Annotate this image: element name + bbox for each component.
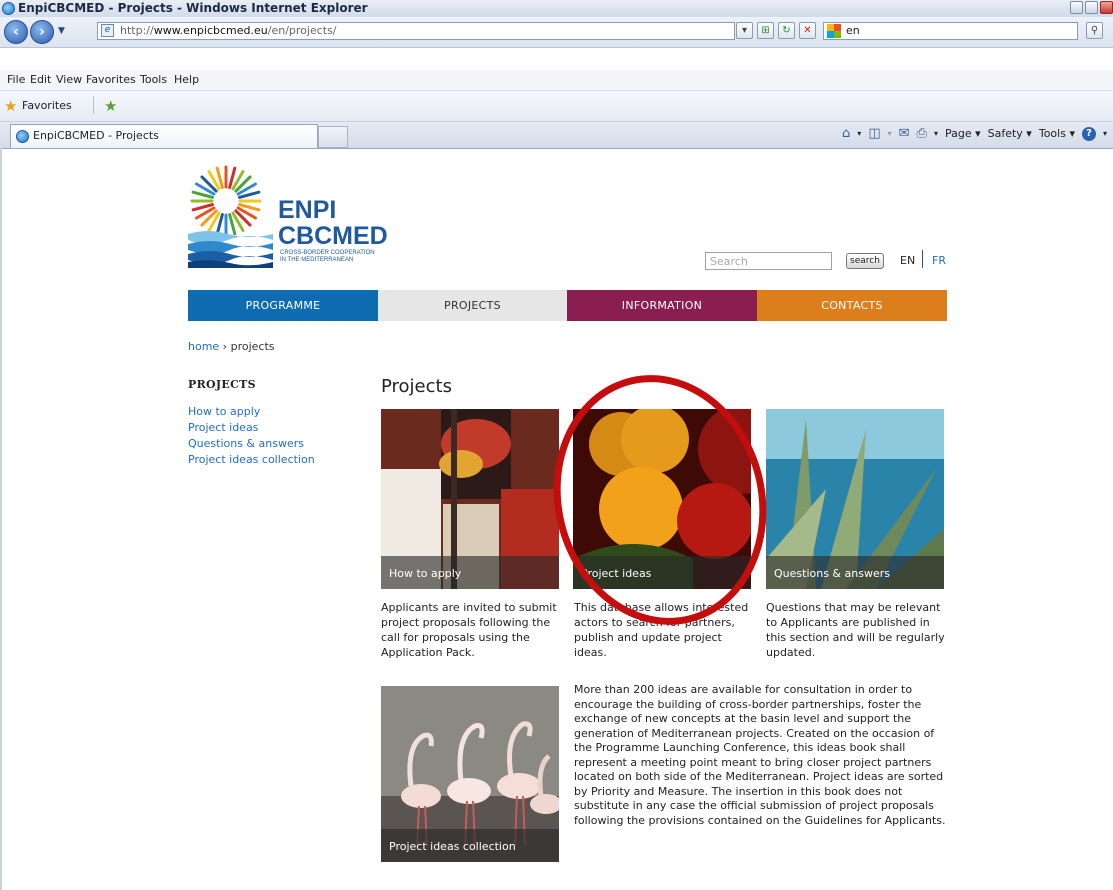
tile-how-to-apply[interactable]: How to apply — [381, 409, 559, 589]
page-frame-edge — [0, 148, 2, 890]
feeds-icon[interactable]: ◫ — [868, 126, 880, 141]
nav-programme[interactable]: PROGRAMME — [188, 290, 378, 321]
refresh-icon[interactable]: ↻ — [778, 22, 795, 39]
logo-text-enpi: ENPI — [278, 196, 337, 224]
recent-pages-dropdown-icon[interactable]: ▼ — [58, 26, 65, 36]
favorites-divider — [93, 96, 94, 114]
tile-caption-project-ideas-collection: Project ideas collection — [381, 829, 559, 862]
favorites-bar: ★ Favorites ★ — [0, 91, 1113, 122]
safety-menu[interactable]: Safety ▾ — [988, 127, 1032, 140]
tools-menu[interactable]: Tools ▾ — [1039, 127, 1075, 140]
logo-subtitle-1: CROSS-BORDER COOPERATION — [280, 250, 375, 256]
menu-tools[interactable]: Tools — [140, 73, 167, 86]
sidebar-link-questions-answers[interactable]: Questions & answers — [188, 436, 315, 452]
tab-bar: EnpiCBCMED - Projects ⌂ ▾ ◫ ▾ ✉ ⎙ ▾ Page ▾ … — [0, 122, 1113, 149]
forward-button[interactable]: › — [30, 20, 54, 44]
tab-label: EnpiCBCMED - Projects — [33, 129, 159, 142]
tile-description-how-to-apply: Applicants are invited to submit project… — [381, 601, 557, 659]
home-icon[interactable]: ⌂ — [842, 126, 850, 141]
url-prefix: http:// — [120, 24, 154, 37]
page-icon: e — [101, 24, 114, 37]
window-controls — [1070, 1, 1113, 15]
language-fr-link[interactable]: FR — [932, 254, 946, 267]
sidebar-title: PROJECTS — [188, 378, 256, 391]
menu-edit[interactable]: Edit — [30, 73, 51, 86]
window-titlebar: EnpiCBCMED - Projects - Windows Internet… — [0, 0, 1113, 18]
safety-menu-label: Safety — [987, 127, 1023, 140]
compatibility-view-icon[interactable]: ⊞ — [757, 22, 774, 39]
menu-file[interactable]: File — [7, 73, 25, 86]
window-title: EnpiCBCMED - Projects - Windows Internet… — [18, 1, 368, 15]
maximize-icon[interactable] — [1085, 1, 1098, 14]
live-search-value: en — [846, 24, 860, 37]
nav-contacts[interactable]: CONTACTS — [757, 290, 947, 321]
site-search-input[interactable] — [705, 252, 832, 270]
nav-information[interactable]: INFORMATION — [567, 290, 757, 321]
logo-subtitle-2: IN THE MEDITERRANEAN — [280, 257, 354, 263]
help-icon[interactable]: ? — [1081, 126, 1096, 141]
url-input[interactable]: e http://www.enpicbcmed.eu/en/projects/ — [97, 22, 735, 40]
breadcrumb: home › projects — [188, 340, 275, 353]
enpi-sun-logo-icon — [190, 165, 262, 237]
address-dropdown-icon[interactable]: ▾ — [736, 22, 753, 39]
nav-projects[interactable]: PROJECTS — [378, 290, 567, 321]
address-bar: ‹ › ▼ e http://www.enpicbcmed.eu/en/proj… — [0, 17, 1113, 48]
print-icon[interactable]: ⎙ — [917, 126, 927, 141]
tile-description-questions-answers: Questions that may be relevant to Applic… — [766, 601, 945, 659]
logo-waves-icon — [188, 231, 273, 268]
main-navigation: PROGRAMME PROJECTS INFORMATION CONTACTS — [188, 290, 947, 321]
feeds-dropdown-icon[interactable]: ▾ — [888, 129, 892, 138]
tab-favicon-icon — [16, 130, 29, 143]
internet-explorer-icon — [2, 2, 15, 15]
menu-bar: File Edit View Favorites Tools Help — [0, 70, 1113, 91]
menu-favorites[interactable]: Favorites — [86, 73, 136, 86]
tools-menu-label: Tools — [1038, 127, 1066, 140]
back-button[interactable]: ‹ — [4, 20, 28, 44]
logo-text-cbcmed: CBCMED — [278, 222, 388, 250]
close-icon[interactable] — [1100, 1, 1113, 14]
breadcrumb-separator: › — [219, 340, 231, 353]
sidebar-link-project-ideas-collection[interactable]: Project ideas collection — [188, 452, 315, 468]
menu-help[interactable]: Help — [174, 73, 199, 86]
home-dropdown-icon[interactable]: ▾ — [857, 129, 861, 138]
tab-enpicbcmed-projects[interactable]: EnpiCBCMED - Projects — [10, 124, 318, 148]
url-path: /en/projects/ — [267, 24, 337, 37]
tile-caption-how-to-apply: How to apply — [381, 556, 559, 589]
sidebar-link-how-to-apply[interactable]: How to apply — [188, 404, 315, 420]
page-menu[interactable]: Page ▾ — [945, 127, 981, 140]
live-search-logo-icon — [827, 24, 841, 38]
breadcrumb-current: projects — [230, 340, 275, 353]
print-dropdown-icon[interactable]: ▾ — [934, 129, 938, 138]
search-icon[interactable]: ⚲ — [1086, 22, 1103, 39]
page-title: Projects — [381, 376, 452, 397]
sidebar-link-project-ideas[interactable]: Project ideas — [188, 420, 315, 436]
live-search-input[interactable]: en — [823, 22, 1078, 40]
favorites-button[interactable]: Favorites — [22, 99, 72, 112]
tile-description-project-ideas-collection: More than 200 ideas are available for co… — [574, 683, 946, 827]
url-host: www.enpicbcmed.eu — [153, 24, 268, 37]
page-menu-label: Page — [944, 127, 972, 140]
site-search-button[interactable]: search — [846, 253, 884, 269]
new-tab-button[interactable] — [318, 126, 348, 148]
tile-project-ideas-collection[interactable]: Project ideas collection — [381, 686, 559, 862]
add-to-favorites-icon[interactable]: ★ — [104, 97, 117, 115]
favorites-star-icon: ★ — [4, 97, 18, 115]
tile-caption-questions-answers: Questions & answers — [766, 556, 944, 589]
sidebar-links: How to apply Project ideas Questions & a… — [188, 404, 315, 468]
command-bar: ⌂ ▾ ◫ ▾ ✉ ⎙ ▾ Page ▾ Safety ▾ Tools ▾ ? ▾ — [842, 126, 1107, 141]
read-mail-icon[interactable]: ✉ — [899, 126, 910, 141]
tile-questions-answers[interactable]: Questions & answers — [766, 409, 944, 589]
breadcrumb-home-link[interactable]: home — [188, 340, 219, 353]
menu-view[interactable]: View — [56, 73, 82, 86]
help-dropdown-icon[interactable]: ▾ — [1103, 129, 1107, 138]
minimize-icon[interactable] — [1070, 1, 1083, 14]
language-divider — [922, 250, 923, 268]
stop-icon[interactable]: ✕ — [799, 22, 816, 39]
language-en[interactable]: EN — [900, 254, 915, 267]
